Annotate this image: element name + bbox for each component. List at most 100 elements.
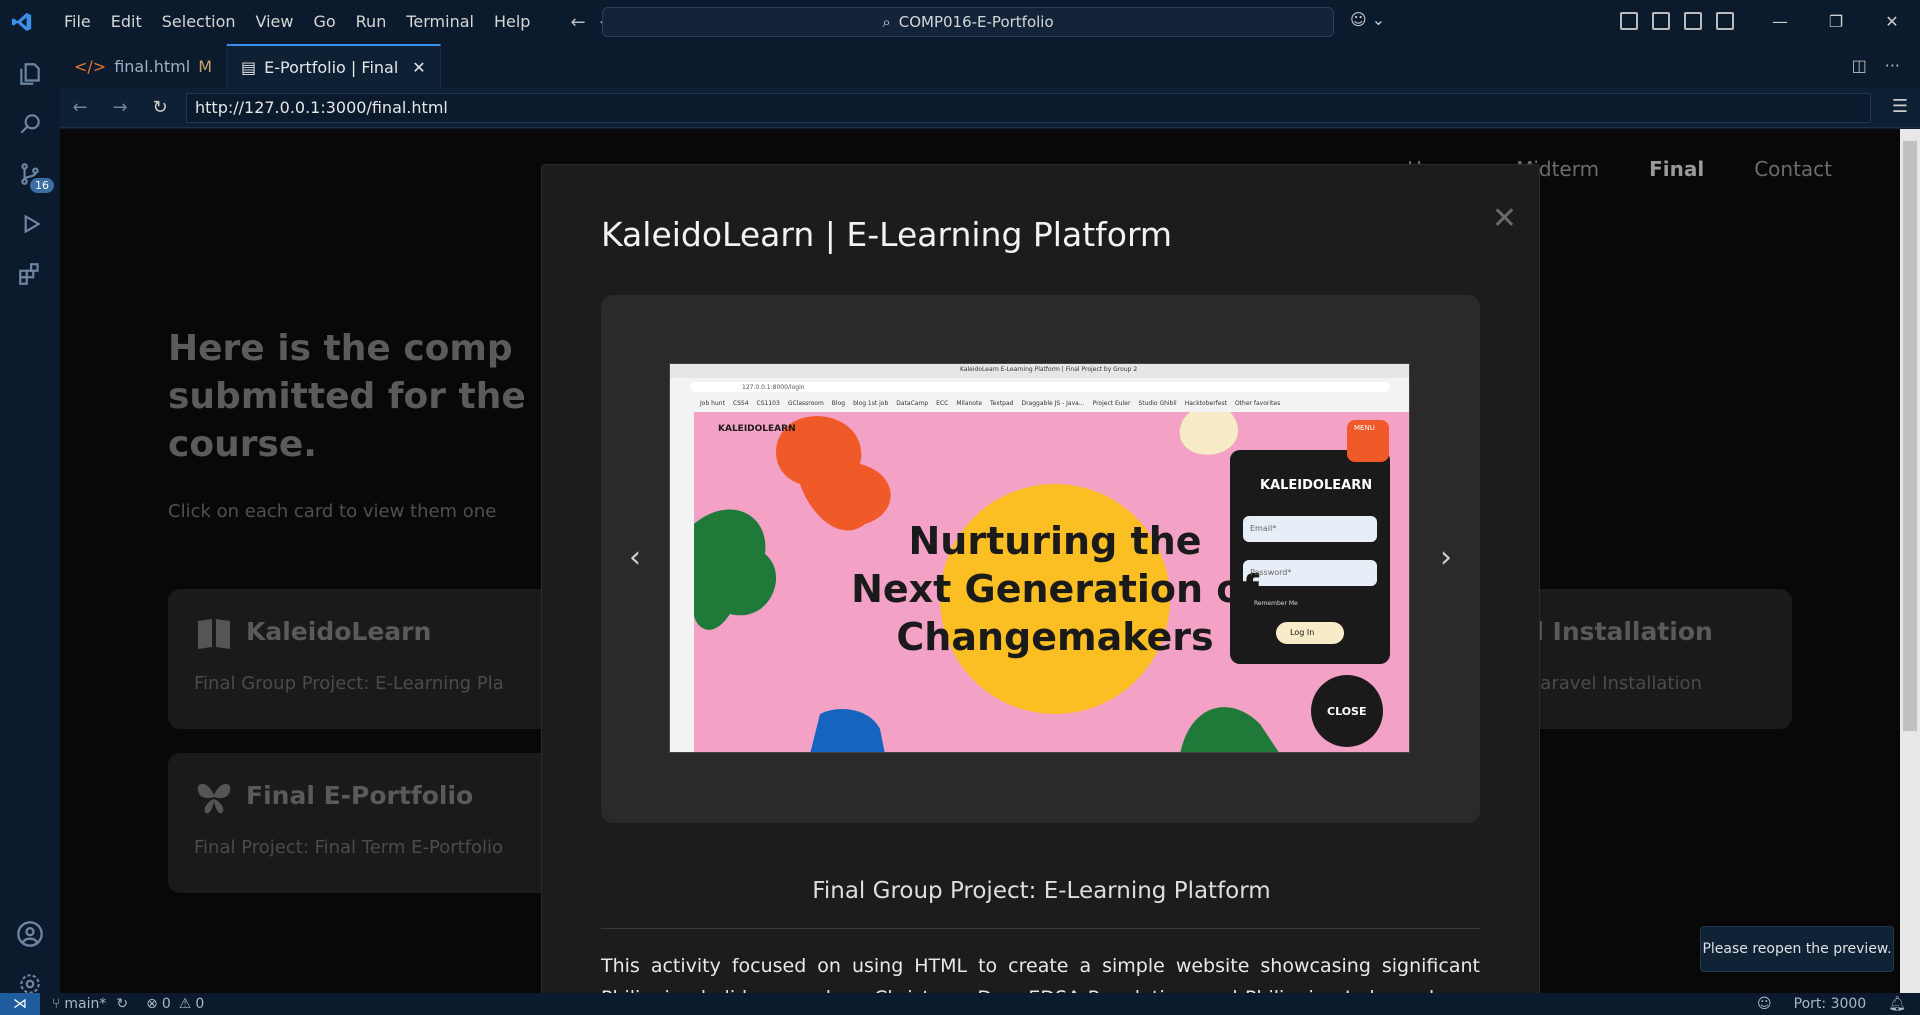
screenshot-logo: KALEIDOLEARN <box>718 424 796 434</box>
menu-help[interactable]: Help <box>484 0 540 44</box>
tab-label: E-Portfolio | Final <box>264 57 399 77</box>
more-actions-icon[interactable]: ··· <box>1885 56 1900 75</box>
branch-name: main* <box>64 996 107 1012</box>
browser-menu-icon[interactable]: ☰ <box>1892 96 1908 117</box>
modal-close-icon[interactable]: ✕ <box>1492 201 1517 236</box>
search-icon: ⌕ <box>882 13 891 31</box>
svg-text:Next Generation of: Next Generation of <box>851 567 1259 611</box>
screenshot-bookmarks: Job hunt CSS4 CS1103 GClassroom Blog blo… <box>700 400 1280 407</box>
bookmark: CS1103 <box>756 400 780 407</box>
menu-terminal[interactable]: Terminal <box>396 0 484 44</box>
menu-run[interactable]: Run <box>346 0 397 44</box>
butterfly-icon <box>197 783 231 814</box>
port-indicator[interactable]: Port: 3000 <box>1794 993 1867 1015</box>
bookmark: CSS4 <box>732 400 749 407</box>
branch-indicator[interactable]: ⑂ main* ↻ <box>52 996 128 1012</box>
workspace-name: COMP016-E-Portfolio <box>898 13 1054 31</box>
tab-e-portfolio-preview[interactable]: ▤ E-Portfolio | Final ✕ <box>227 44 441 88</box>
sync-icon[interactable]: ↻ <box>116 996 128 1012</box>
screenshot-close: CLOSE <box>1327 705 1367 718</box>
reload-icon[interactable]: ↻ <box>140 97 180 118</box>
screenshot-form-logo: KALEIDOLEARN <box>1260 478 1373 493</box>
remote-icon[interactable]: ⋊ <box>0 993 40 1015</box>
error-icon: ⊗ <box>146 996 158 1012</box>
card-description: Final Group Project: E-Learning Pla <box>194 673 504 694</box>
restore-icon[interactable]: ❐ <box>1808 0 1864 44</box>
problems-indicator[interactable]: ⊗ 0 ⚠ 0 <box>146 996 204 1012</box>
status-bar: ⋊ ⑂ main* ↻ ⊗ 0 ⚠ 0 ☺ Port: 3000 🔔︎ <box>0 993 1920 1015</box>
svg-text:Nurturing the: Nurturing the <box>908 519 1201 563</box>
modal-title: KaleidoLearn | E-Learning Platform <box>601 215 1173 254</box>
bookmark: Other favorites <box>1234 400 1281 407</box>
tab-final-html[interactable]: </> final.html M <box>60 44 228 88</box>
preview-scrollbar[interactable] <box>1900 129 1920 993</box>
customize-layout-icon[interactable] <box>1620 12 1638 30</box>
screenshot-email: Email* <box>1250 524 1277 533</box>
modal-caption: Final Group Project: E-Learning Platform <box>812 878 1271 904</box>
activity-bar: 16 <box>0 44 60 994</box>
book-icon <box>198 619 230 649</box>
bookmark: ECC <box>936 400 949 407</box>
bookmark: Job hunt <box>700 400 725 407</box>
html-file-icon: </> <box>74 56 107 76</box>
bookmark: blog 1st job <box>853 400 889 407</box>
command-center-search[interactable]: ⌕ COMP016-E-Portfolio <box>602 7 1334 37</box>
hero-title: Here is the comp submitted for the cours… <box>168 328 526 465</box>
minimize-icon[interactable]: — <box>1752 0 1808 44</box>
bookmark: GClassroom <box>787 400 824 407</box>
split-editor-icon[interactable]: ◫ <box>1852 56 1867 75</box>
browser-address-bar: ← → ↻ http://127.0.0.1:3000/final.html ☰ <box>60 88 1920 128</box>
project-screenshot: Nurturing the Next Generation of Changem… <box>669 363 1410 753</box>
copilot-icon[interactable]: ☺ ⌄ <box>1350 10 1385 29</box>
extensions-icon[interactable] <box>0 244 60 304</box>
warning-count: 0 <box>195 996 205 1012</box>
toggle-secondary-sidebar-icon[interactable] <box>1716 12 1734 30</box>
menu-selection[interactable]: Selection <box>152 0 246 44</box>
tab-label: final.html <box>114 56 191 76</box>
card-description: Final Project: Final Term E-Portfolio <box>194 837 504 858</box>
modal-description: This activity focused on using HTML to c… <box>601 955 1480 993</box>
editor-tabs: </> final.html M ▤ E-Portfolio | Final ✕… <box>60 44 1920 88</box>
menu-edit[interactable]: Edit <box>101 0 152 44</box>
bookmark: Project Euler <box>1092 400 1131 407</box>
screenshot-login: Log In <box>1290 628 1315 637</box>
copilot-status-icon[interactable]: ☺ <box>1757 993 1772 1015</box>
toggle-sidebar-icon[interactable] <box>1652 12 1670 30</box>
carousel-prev-icon[interactable]: ‹ <box>629 540 641 575</box>
preview-viewport: Home Midterm Final Contact Here is the c… <box>60 129 1900 993</box>
nav-contact[interactable]: Contact <box>1754 157 1832 181</box>
branch-icon: ⑂ <box>52 996 61 1012</box>
menu-file[interactable]: File <box>54 0 101 44</box>
reopen-preview-toast: Please reopen the preview. <box>1700 926 1894 972</box>
toggle-panel-icon[interactable] <box>1684 12 1702 30</box>
close-window-icon[interactable]: ✕ <box>1864 0 1920 44</box>
url-input[interactable]: http://127.0.0.1:3000/final.html <box>186 92 1871 123</box>
preview-icon: ▤ <box>241 57 257 77</box>
scrollbar-thumb[interactable] <box>1903 141 1917 731</box>
error-count: 0 <box>161 996 171 1012</box>
browser-back-icon[interactable]: ← <box>60 97 100 118</box>
close-tab-icon[interactable]: ✕ <box>412 58 425 77</box>
bookmark: DataCamp <box>896 400 929 407</box>
modified-indicator: M <box>198 56 213 76</box>
hero-subtitle: Click on each card to view them one <box>168 501 497 522</box>
bookmark: Milanote <box>956 400 983 407</box>
screenshot-remember: Remember Me <box>1254 600 1298 607</box>
nav-final[interactable]: Final <box>1649 157 1704 181</box>
notifications-bell-icon[interactable]: 🔔︎ <box>1888 993 1906 1015</box>
bookmark: Blog <box>831 400 846 407</box>
screenshot-url: 127.0.0.1:8000/login <box>742 384 805 391</box>
bookmark: Hacktoberfest <box>1184 400 1227 407</box>
menu-go[interactable]: Go <box>303 0 345 44</box>
vscode-logo-icon <box>0 0 44 44</box>
svg-text:Changemakers: Changemakers <box>896 615 1213 659</box>
bookmark: Studio Ghibli <box>1138 400 1177 407</box>
back-arrow-icon[interactable]: ← <box>570 12 585 33</box>
menu-view[interactable]: View <box>246 0 304 44</box>
carousel-next-icon[interactable]: › <box>1440 540 1452 575</box>
title-bar: File Edit Selection View Go Run Terminal… <box>0 0 1920 44</box>
browser-forward-icon[interactable]: → <box>100 97 140 118</box>
warning-icon: ⚠ <box>178 996 192 1012</box>
card-title: KaleidoLearn <box>246 617 432 646</box>
bookmark: Textpad <box>990 400 1014 407</box>
